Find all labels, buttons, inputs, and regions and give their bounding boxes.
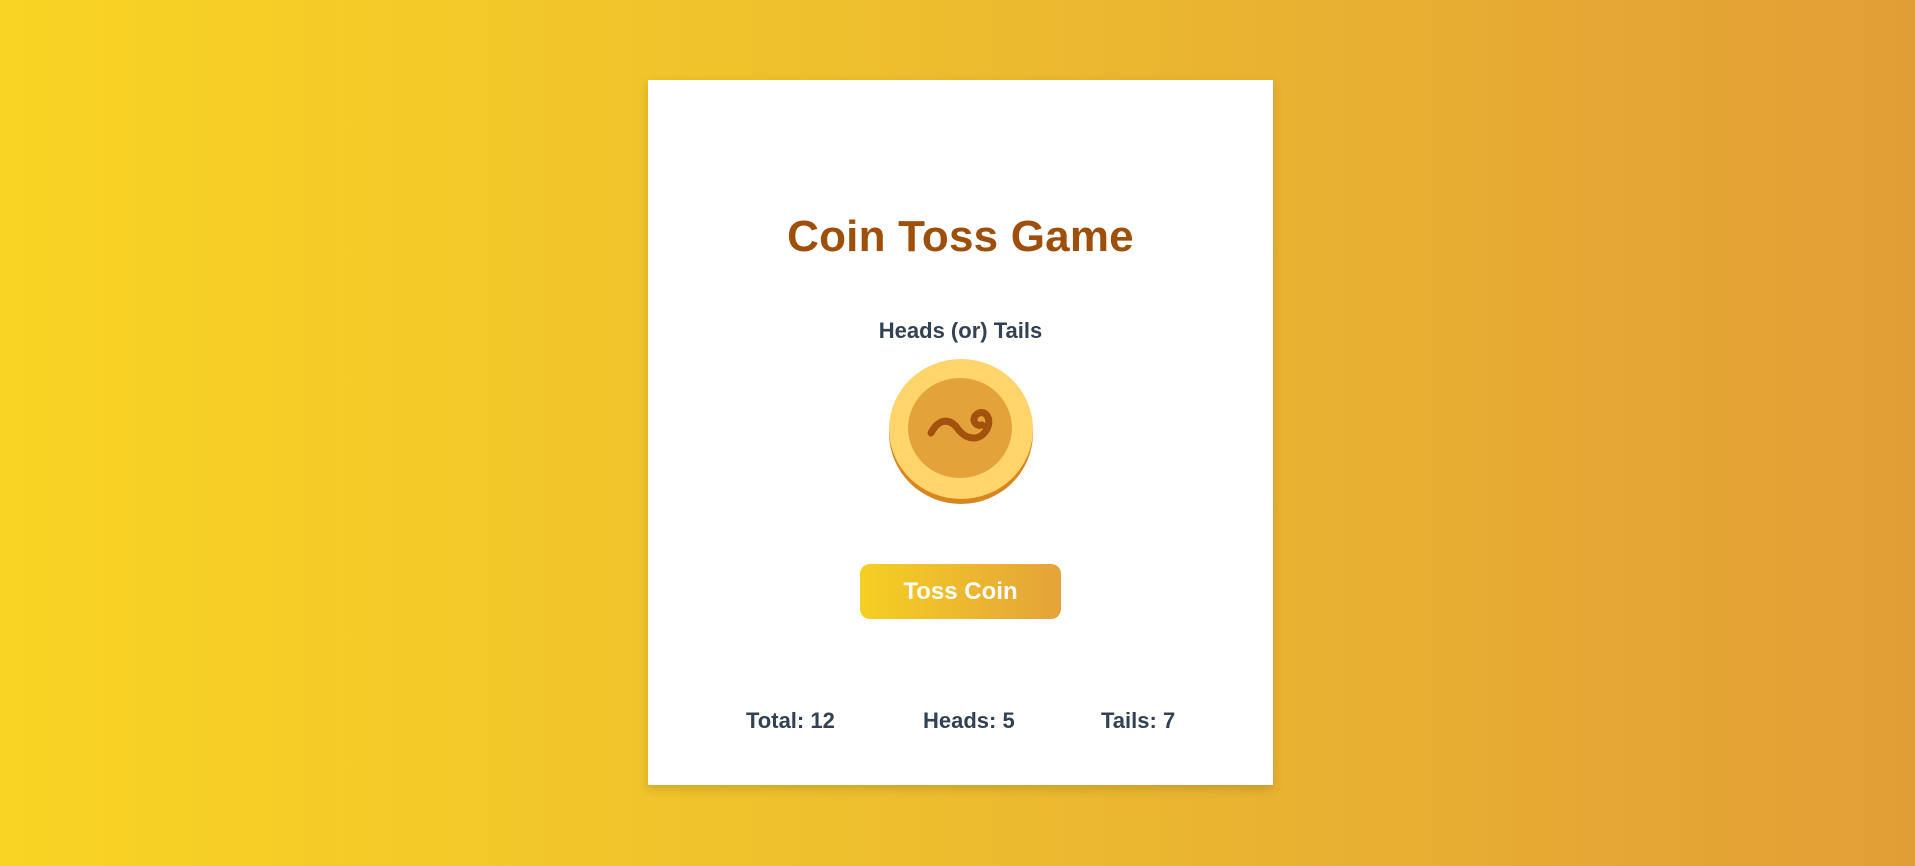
toss-coin-button[interactable]: Toss Coin [860, 564, 1061, 619]
coin [886, 356, 1036, 506]
tails-count: Tails: 7 [1101, 708, 1176, 733]
stats-row: Total: 12 Heads: 5 Tails: 7 [648, 708, 1273, 748]
page-title: Coin Toss Game [787, 212, 1134, 261]
coin-image [889, 359, 1033, 504]
heads-count: Heads: 5 [923, 708, 1015, 733]
game-card: Coin Toss Game Heads (or) Tails Toss Coi… [648, 80, 1273, 785]
total-count: Total: 12 [746, 708, 835, 733]
game-subtitle: Heads (or) Tails [878, 318, 1043, 343]
